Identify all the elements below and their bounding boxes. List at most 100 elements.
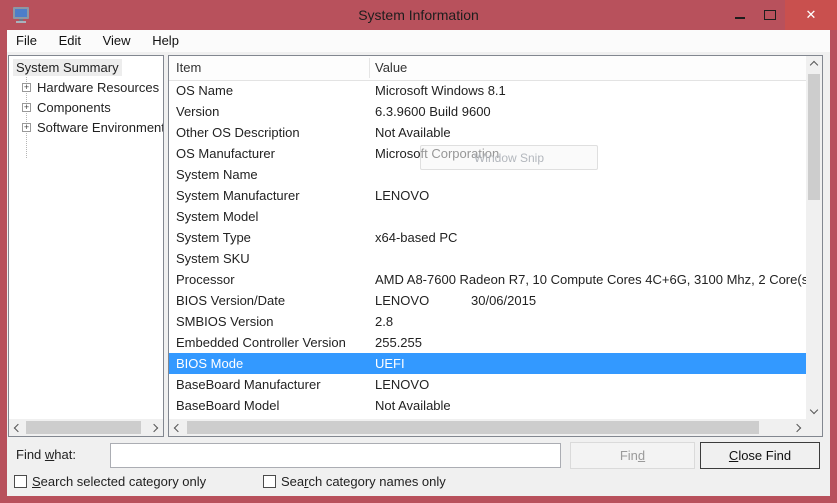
value-cell: AMD A8-7600 Radeon R7, 10 Compute Cores … — [375, 269, 806, 290]
table-row[interactable]: System Type x64-based PC — [169, 227, 806, 248]
search-category-names-label: Search category names only — [281, 474, 446, 489]
item-cell: OS Name — [176, 80, 233, 101]
value-cell-secondary: 30/06/2015 — [471, 290, 536, 311]
menu-edit[interactable]: Edit — [50, 30, 90, 52]
value-cell: x64-based PC — [375, 227, 457, 248]
item-cell: System Name — [176, 164, 258, 185]
table-header: Item Value — [169, 56, 806, 81]
checkbox-icon[interactable] — [14, 475, 27, 488]
tree-item-label: Software Environment — [34, 119, 163, 136]
details-table-panel: Item Value OS NameMicrosoft Windows 8.1V… — [168, 55, 823, 437]
item-cell: Other OS Description — [176, 122, 300, 143]
table-hscroll-thumb[interactable] — [187, 421, 759, 434]
menu-view[interactable]: View — [94, 30, 140, 52]
expand-plus-icon[interactable]: + — [22, 83, 31, 92]
scroll-left-icon[interactable] — [169, 419, 185, 436]
table-row[interactable]: OS Manufacturer Microsoft Corporation — [169, 143, 806, 164]
table-vscroll-thumb[interactable] — [808, 74, 820, 200]
value-cell: LENOVO — [375, 290, 429, 311]
value-cell: Not Available — [375, 122, 451, 143]
scroll-up-icon[interactable] — [806, 56, 822, 72]
item-cell: System Type — [176, 227, 251, 248]
item-cell: SMBIOS Version — [176, 311, 274, 332]
close-find-button[interactable]: Close Find — [700, 442, 820, 469]
table-row[interactable]: BIOS Mode UEFI — [169, 353, 806, 374]
search-selected-category-checkbox[interactable]: Search selected category only — [14, 473, 206, 489]
tree-item-label: Hardware Resources — [34, 79, 162, 96]
value-cell: Microsoft Windows 8.1 — [375, 80, 506, 101]
tree-item-components[interactable]: +Components — [9, 98, 163, 118]
menu-help[interactable]: Help — [143, 30, 188, 52]
item-cell: BaseBoard Model — [176, 395, 279, 416]
minimize-icon — [735, 17, 745, 19]
scroll-left-icon[interactable] — [9, 419, 25, 436]
table-horizontal-scrollbar[interactable] — [169, 419, 806, 436]
minimize-button[interactable] — [725, 0, 755, 30]
expand-plus-icon[interactable]: + — [22, 123, 31, 132]
scroll-down-icon[interactable] — [806, 403, 822, 419]
item-cell: System Manufacturer — [176, 185, 300, 206]
scroll-right-icon[interactable] — [147, 419, 163, 436]
table-vertical-scrollbar[interactable] — [806, 56, 822, 419]
tree-item-system-summary[interactable]: System Summary — [9, 58, 163, 78]
table-row[interactable]: System Manufacturer LENOVO — [169, 185, 806, 206]
search-selected-category-label: Search selected category only — [32, 474, 206, 489]
item-cell: System Model — [176, 206, 258, 227]
tree-item-label: Components — [34, 99, 114, 116]
close-button[interactable]: ✕ — [785, 0, 837, 30]
table-row[interactable]: BaseBoard Model Not Available — [169, 395, 806, 416]
item-cell: BIOS Mode — [176, 353, 243, 374]
value-cell: LENOVO — [375, 185, 429, 206]
maximize-icon — [764, 10, 776, 20]
maximize-button[interactable] — [755, 0, 785, 30]
value-cell: 255.255 — [375, 332, 422, 353]
table-row[interactable]: System Name — [169, 164, 806, 185]
close-icon: ✕ — [806, 7, 817, 23]
value-cell: LENOVO — [375, 374, 429, 395]
titlebar: System Information ✕ — [0, 0, 837, 30]
column-header-value[interactable]: Value — [375, 56, 407, 80]
table-row[interactable]: BIOS Version/Date LENOVO 30/06/2015 — [169, 290, 806, 311]
table-row[interactable]: BaseBoard Manufacturer LENOVO — [169, 374, 806, 395]
tree-item-label: System Summary — [13, 59, 122, 76]
value-cell: UEFI — [375, 353, 405, 374]
value-cell: Not Available — [375, 395, 451, 416]
item-cell: BaseBoard Manufacturer — [176, 374, 321, 395]
table-row[interactable]: Embedded Controller Version 255.255 — [169, 332, 806, 353]
item-cell: BIOS Version/Date — [176, 290, 285, 311]
menu-bar: File Edit View Help — [7, 30, 830, 52]
table-row[interactable]: Version 6.3.9600 Build 9600 — [169, 101, 806, 122]
category-tree-panel: System Summary+Hardware Resources+Compon… — [8, 55, 164, 437]
value-cell: 2.8 — [375, 311, 393, 332]
scroll-right-icon[interactable] — [790, 419, 806, 436]
window-title: System Information — [0, 0, 837, 30]
find-what-label: Find what: — [16, 447, 76, 462]
find-input[interactable] — [110, 443, 561, 468]
tree-item-software-environment[interactable]: +Software Environment — [9, 118, 163, 138]
table-row[interactable]: System SKU — [169, 248, 806, 269]
column-separator[interactable] — [369, 58, 370, 78]
value-cell: Microsoft Corporation — [375, 143, 499, 164]
system-information-window: { "colors": { "titlebar": "#B8515C", "cl… — [0, 0, 837, 503]
table-row[interactable]: OS Name Microsoft Windows 8.1 — [169, 80, 806, 101]
table-row[interactable]: Other OS Description Not Available — [169, 122, 806, 143]
tree-horizontal-scrollbar[interactable] — [9, 419, 163, 436]
item-cell: Processor — [176, 269, 235, 290]
tree-item-hardware-resources[interactable]: +Hardware Resources — [9, 78, 163, 98]
menu-file[interactable]: File — [7, 30, 46, 52]
item-cell: Embedded Controller Version — [176, 332, 346, 353]
item-cell: Version — [176, 101, 219, 122]
checkbox-icon[interactable] — [263, 475, 276, 488]
search-category-names-checkbox[interactable]: Search category names only — [263, 473, 446, 489]
table-row[interactable]: SMBIOS Version 2.8 — [169, 311, 806, 332]
value-cell: 6.3.9600 Build 9600 — [375, 101, 491, 122]
window-body: File Edit View Help System Summary+Hardw… — [7, 30, 830, 496]
find-button[interactable]: Find — [570, 442, 695, 469]
column-header-item[interactable]: Item — [176, 56, 201, 80]
tree-hscroll-thumb[interactable] — [26, 421, 141, 434]
expand-plus-icon[interactable]: + — [22, 103, 31, 112]
item-cell: OS Manufacturer — [176, 143, 275, 164]
item-cell: System SKU — [176, 248, 250, 269]
table-row[interactable]: System Model — [169, 206, 806, 227]
table-row[interactable]: Processor AMD A8-7600 Radeon R7, 10 Compu… — [169, 269, 806, 290]
